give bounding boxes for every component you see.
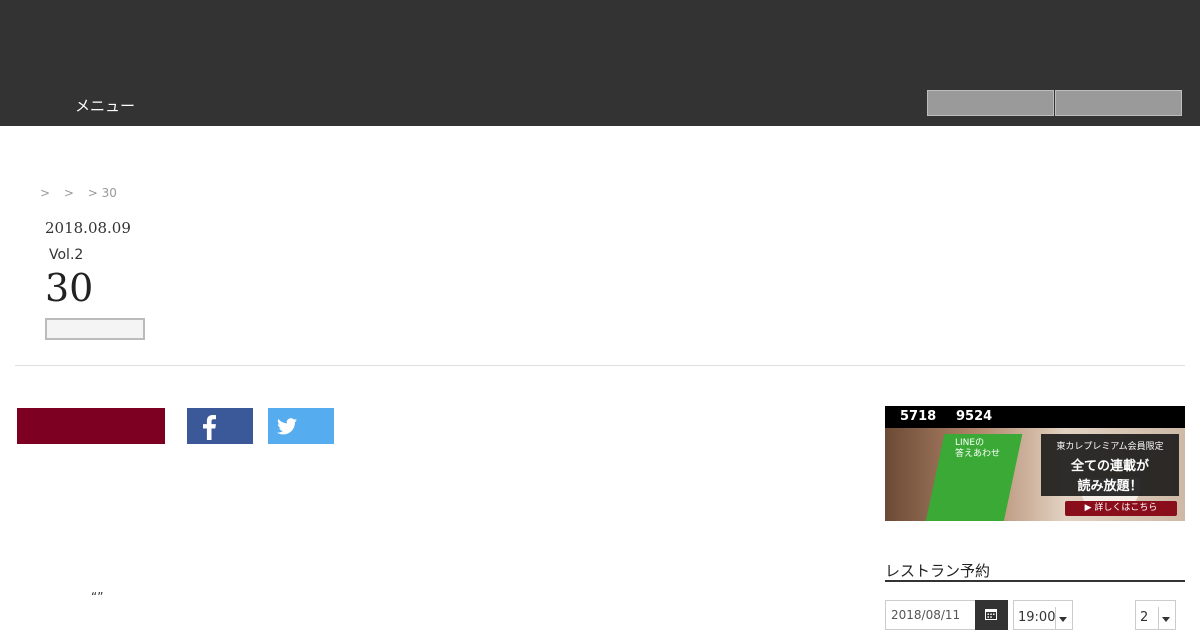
view-counter: 5718 9524: [885, 406, 1185, 428]
header-button-2[interactable]: [1055, 90, 1182, 116]
site-header: メニュー: [0, 0, 1200, 126]
promo-box: 東カレプレミアム会員限定 全ての連載が 読み放題！: [1041, 434, 1179, 496]
twitter-icon: [277, 418, 297, 435]
share-button[interactable]: [17, 408, 165, 444]
chevron-down-icon: [1158, 607, 1173, 629]
people-select[interactable]: 2: [1135, 600, 1176, 630]
calendar-icon: [985, 609, 997, 620]
premium-banner[interactable]: LINEの 答えあわせ 東カレプレミアム会員限定 全ての連載が 読み放題！ ▶ …: [885, 428, 1185, 521]
facebook-share-button[interactable]: [187, 408, 253, 444]
article-quote: “”: [91, 590, 104, 604]
details-link[interactable]: ▶ 詳しくはこちら: [1065, 501, 1177, 516]
time-select[interactable]: 19:00: [1013, 600, 1073, 630]
date-field[interactable]: 2018/08/11: [885, 600, 976, 630]
facebook-icon: [203, 415, 216, 440]
header-button-1[interactable]: [927, 90, 1054, 116]
breadcrumb: > > > 30: [40, 186, 127, 200]
breadcrumb-item[interactable]: >: [40, 186, 50, 200]
reservation-heading: レストラン予約: [885, 560, 1185, 582]
breadcrumb-item[interactable]: >: [64, 186, 74, 200]
time-value: 19:00: [1018, 610, 1056, 625]
promo-line-3: 読み放題！: [1077, 479, 1143, 494]
promo-line-1: 東カレプレミアム会員限定: [1056, 442, 1164, 452]
twitter-share-button[interactable]: [268, 408, 334, 444]
article-vol: Vol.2: [49, 247, 84, 263]
article-title: 30: [45, 266, 94, 310]
breadcrumb-current: > 30: [87, 186, 117, 200]
counter-value-a: 5718: [900, 409, 937, 424]
menu-label[interactable]: メニュー: [75, 95, 135, 116]
book-title: LINEの 答えあわせ: [955, 438, 1001, 459]
promo-line-2: 全ての連載が: [1070, 459, 1149, 474]
divider: [15, 365, 1185, 366]
calendar-button[interactable]: [975, 600, 1008, 630]
article-date: 2018.08.09: [45, 219, 131, 237]
category-tag[interactable]: [45, 318, 145, 340]
counter-value-b: 9524: [956, 409, 993, 424]
chevron-down-icon: [1055, 607, 1070, 629]
people-value: 2: [1140, 610, 1149, 625]
